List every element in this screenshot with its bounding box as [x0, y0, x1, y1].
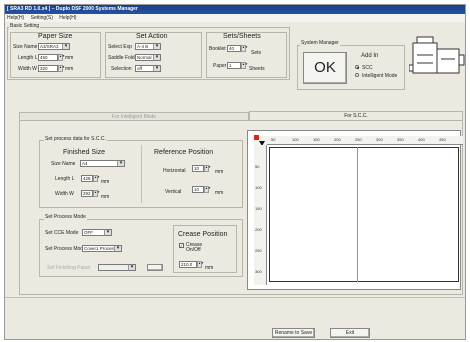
- ruler-tick-v: 150: [255, 206, 262, 211]
- finished-size-name-label: Size Name: [51, 161, 76, 167]
- paper-count-spinner[interactable]: ▲▼: [241, 62, 248, 69]
- scc-mode-label: Set CCE Mode: [45, 230, 79, 236]
- horizontal-field[interactable]: 10: [192, 165, 204, 172]
- finished-width-label: Width W: [55, 191, 74, 197]
- paper-length-field[interactable]: 450: [38, 54, 58, 61]
- ruler-tick-v: 200: [255, 227, 262, 232]
- process-mode-label: Set Process Mode: [45, 246, 86, 252]
- finished-width-spinner[interactable]: ▲▼: [93, 190, 100, 197]
- paper-size-heading: Paper Size: [38, 33, 73, 40]
- sets-sheets-heading: Sets/Sheets: [223, 33, 261, 40]
- width-unit: mm: [65, 66, 74, 72]
- booklet-unit: Sets: [251, 50, 262, 56]
- ruler-tick-v: 300: [255, 269, 262, 274]
- crease-line: [357, 147, 358, 282]
- menu-item-help-2[interactable]: Help(H): [59, 15, 76, 21]
- add-in-heading: Add In: [361, 53, 379, 59]
- add-in-intelligent-radio[interactable]: [355, 73, 359, 77]
- select-exp-label: Select Exp: [108, 44, 132, 50]
- vertical-spinner[interactable]: ▲▼: [204, 186, 211, 193]
- ruler-tick-h: 250: [355, 137, 362, 142]
- window-title: [ SRA3 RD 1.0.x4 ] – Duplo DSF 2000 Syst…: [5, 5, 465, 14]
- system-manager-title: System Manager: [300, 40, 340, 46]
- paper-size-name-select[interactable]: A3/SRA3: [38, 43, 70, 50]
- vertical-unit: mm: [215, 190, 224, 196]
- ruler-tick-h: 150: [313, 137, 320, 142]
- ok-button[interactable]: OK: [303, 52, 347, 84]
- booklet-spinner[interactable]: ▲▼: [241, 45, 248, 52]
- crease-value-spinner[interactable]: ▲▼: [197, 261, 204, 268]
- crease-checkbox[interactable]: ✓: [179, 243, 184, 248]
- finished-length-field[interactable]: 428: [81, 175, 93, 182]
- app-window: [ SRA3 RD 1.0.x4 ] – Duplo DSF 2000 Syst…: [4, 4, 466, 340]
- finished-length-spinner[interactable]: ▲▼: [93, 175, 100, 182]
- ruler-tick-h: 450: [439, 137, 446, 142]
- finished-width-field[interactable]: 292: [81, 190, 93, 197]
- finishing-paper-select[interactable]: [98, 264, 136, 271]
- ruler-tick-h: 300: [376, 137, 383, 142]
- selection-label: Selection: [111, 66, 132, 72]
- finished-length-unit: mm: [101, 179, 110, 185]
- tab-scc[interactable]: For S.C.C.: [249, 111, 463, 120]
- exit-button[interactable]: Exit: [330, 328, 370, 338]
- divider: [141, 145, 142, 203]
- vertical-field[interactable]: 10: [192, 186, 204, 193]
- saddle-fold-select[interactable]: Normal: [135, 54, 161, 61]
- finisher-machine-icon: [409, 36, 465, 74]
- vertical-label: Vertical: [165, 189, 182, 195]
- paper-width-spinner[interactable]: ▲▼: [58, 65, 65, 72]
- horizontal-unit: mm: [215, 169, 224, 175]
- finishing-paper-button[interactable]: [147, 264, 163, 271]
- ruler-tick-h: 200: [334, 137, 341, 142]
- finished-size-heading: Finished Size: [63, 149, 106, 156]
- add-in-scc-radio[interactable]: [355, 65, 359, 69]
- paper-width-field[interactable]: 320: [38, 65, 58, 72]
- length-label: Length L: [18, 55, 38, 61]
- menu-item-help[interactable]: Help(H): [7, 15, 24, 21]
- paper-length-spinner[interactable]: ▲▼: [58, 54, 65, 61]
- horizontal-spinner[interactable]: ▲▼: [204, 165, 211, 172]
- reference-position-heading: Reference Position: [154, 149, 214, 156]
- select-exp-select[interactable]: A-4 B: [135, 43, 161, 50]
- horizontal-label: Horizontal: [163, 168, 186, 174]
- menu-item-setting[interactable]: Setting(S): [31, 15, 53, 21]
- sheet-preview: [269, 147, 459, 282]
- process-mode-select[interactable]: Cover1 Process: [82, 245, 122, 252]
- ruler-tick-h: 350: [397, 137, 404, 142]
- finished-length-label: Length L: [55, 176, 75, 182]
- ruler-tick-v: 50: [255, 164, 260, 169]
- length-unit: mm: [65, 55, 74, 61]
- width-label: Width W: [18, 66, 37, 72]
- scc-process-data-title: Set process data for S.C.C.: [44, 136, 107, 142]
- ruler-tick-v: 100: [255, 185, 262, 190]
- crease-position-heading: Crease Position: [178, 231, 228, 238]
- paper-count-label: Paper: [213, 63, 227, 69]
- crease-unit: mm: [205, 265, 214, 271]
- booklet-field[interactable]: 40: [227, 45, 241, 52]
- set-action-heading: Set Action: [136, 33, 168, 40]
- add-in-intelligent-label: Intelligent Mode: [362, 73, 398, 79]
- ruler-tick-h: 100: [292, 137, 299, 142]
- process-mode-title: Set Process Mode: [44, 214, 87, 220]
- selection-select[interactable]: off: [135, 65, 161, 72]
- finished-width-unit: mm: [101, 194, 110, 200]
- menu-bar: Help(H) Setting(S) Help(H): [5, 14, 465, 22]
- crease-value-field[interactable]: 210.0: [179, 261, 197, 268]
- rename-save-button[interactable]: Rename to Save: [272, 328, 315, 338]
- ruler-tick-h: 50: [271, 137, 276, 142]
- add-in-scc-label: SCC: [362, 65, 373, 71]
- paper-count-field[interactable]: 1: [227, 62, 241, 69]
- scc-mode-select[interactable]: OFF: [82, 229, 112, 236]
- finishing-paper-label: Set Finishing Paper: [47, 265, 91, 271]
- size-name-label: Size Name: [13, 44, 38, 50]
- crease-checkbox-label: Crease On/Off: [186, 242, 203, 253]
- finished-size-name-select[interactable]: A4: [80, 160, 125, 167]
- ruler-tick-v: 250: [255, 248, 262, 253]
- saddle-fold-label: Saddle Fold: [108, 55, 135, 61]
- paper-count-unit: Sheets: [249, 66, 265, 72]
- ruler-tick-h: 400: [418, 137, 425, 142]
- basic-setting-title: Basic Setting: [9, 23, 41, 29]
- booklet-label: Booklet: [209, 46, 226, 52]
- footer-divider: [5, 297, 465, 298]
